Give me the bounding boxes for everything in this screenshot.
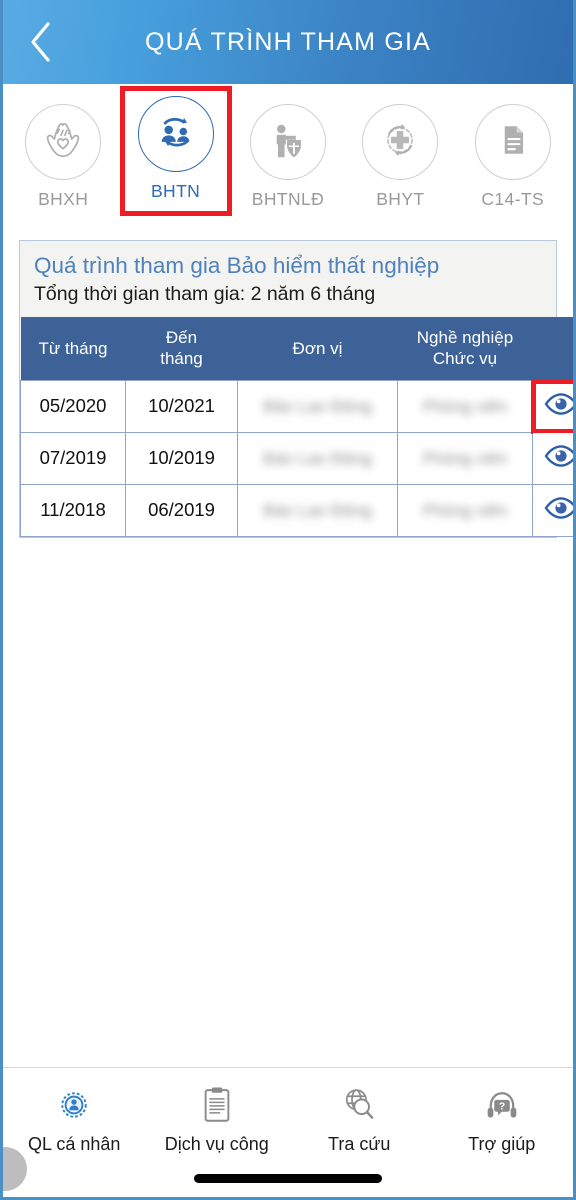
cell-unit: Báo Lao Động (237, 431, 398, 485)
chevron-left-icon (27, 20, 53, 64)
clipboard-icon (197, 1082, 237, 1128)
nav-item-tra-cuu-label: Tra cứu (328, 1134, 391, 1154)
column-header-to-month-line2: tháng (160, 348, 203, 368)
table-header-row: Từ tháng Đến tháng Đơn vị Nghề nghiệp Ch… (20, 317, 573, 381)
cell-unit: Báo Lao Động (237, 483, 398, 537)
cell-job: Phóng viên (397, 431, 533, 485)
cross-arrows-icon (377, 117, 423, 168)
view-detail-button[interactable] (535, 383, 573, 430)
view-detail-button[interactable] (535, 435, 573, 482)
cell-to-month: 06/2019 (125, 483, 238, 537)
phone-screen: QUÁ TRÌNH THAM GIA BHXH BHTN BHTNLĐ BHYT… (0, 0, 576, 1200)
tab-bhyt-circle (362, 104, 439, 180)
redacted-unit-text: Báo Lao Động (263, 501, 372, 521)
cell-from-month: 07/2019 (20, 431, 126, 485)
card-subtitle: Tổng thời gian tham gia: 2 năm 6 tháng (34, 283, 376, 306)
nav-item-ql-ca-nhan[interactable]: QL cá nhân (10, 1082, 138, 1155)
tab-bhyt-label: BHYT (376, 189, 425, 209)
cell-job: Phóng viên (397, 483, 533, 537)
gear-person-icon (53, 1082, 95, 1128)
tab-bhtn-circle (137, 96, 214, 172)
cell-from-month: 11/2018 (20, 483, 126, 537)
people-recycle-icon (151, 107, 201, 162)
headset-help-icon: ? (481, 1082, 523, 1128)
cell-action[interactable] (532, 431, 573, 485)
tab-c14-ts[interactable]: C14-TS (461, 98, 565, 214)
redacted-unit-text: Bảo Lao Động (263, 397, 372, 417)
tab-bhtn[interactable]: BHTN (119, 86, 232, 216)
nav-item-tro-giup-label: Trợ giúp (468, 1134, 536, 1154)
view-detail-button[interactable] (535, 487, 573, 534)
svg-text:?: ? (499, 1101, 505, 1112)
eye-icon (544, 444, 573, 473)
nav-item-dich-vu-cong[interactable]: Dịch vụ công (153, 1082, 281, 1155)
back-button[interactable] (17, 12, 63, 72)
column-header-job-line1: Nghề nghiệp (416, 328, 514, 348)
participation-card: Quá trình tham gia Bảo hiểm thất nghiệp … (19, 240, 573, 538)
page-title: QUÁ TRÌNH THAM GIA (145, 27, 431, 56)
cell-job: Phóng viên (397, 379, 533, 433)
column-header-job-line2: Chức vụ (432, 348, 498, 368)
column-header-unit: Đơn vị (237, 317, 398, 381)
redacted-unit-text: Báo Lao Động (263, 449, 372, 469)
eye-icon (544, 496, 573, 525)
column-header-to-month: Đến tháng (125, 317, 238, 381)
category-tab-strip: BHXH BHTN BHTNLĐ BHYT C14-TS (3, 84, 573, 226)
redacted-job-text: Phóng viên (422, 501, 508, 521)
table-body: 05/2020 10/2021 Bảo Lao Động Phóng viên (20, 379, 573, 537)
column-header-from-month: Từ tháng (20, 317, 126, 381)
table-header: Từ tháng Đến tháng Đơn vị Nghề nghiệp Ch… (20, 317, 573, 381)
participation-table: Từ tháng Đến tháng Đơn vị Nghề nghiệp Ch… (20, 317, 573, 537)
tab-bhtn-label: BHTN (150, 181, 201, 201)
tab-bhxh-circle (25, 104, 102, 180)
cell-to-month: 10/2021 (125, 379, 238, 433)
globe-search-icon (338, 1082, 380, 1128)
tab-c14-ts-circle (474, 104, 551, 180)
card-title: Quá trình tham gia Bảo hiểm thất nghiệp (34, 253, 440, 278)
home-indicator[interactable] (194, 1174, 382, 1183)
cell-action[interactable] (532, 483, 573, 537)
hands-heart-icon (40, 117, 86, 168)
tab-bhxh[interactable]: BHXH (11, 98, 115, 214)
nav-item-tro-giup[interactable]: ? Trợ giúp (438, 1082, 566, 1155)
worker-shield-icon (265, 117, 311, 168)
card-header: Quá trình tham gia Bảo hiểm thất nghiệp … (20, 241, 556, 317)
document-icon (491, 118, 535, 167)
table-row: 11/2018 06/2019 Báo Lao Động Phóng viên (20, 483, 573, 537)
cell-unit: Bảo Lao Động (237, 379, 398, 433)
eye-icon (544, 392, 573, 421)
column-header-job: Nghề nghiệp Chức vụ (397, 317, 533, 381)
nav-item-tra-cuu[interactable]: Tra cứu (295, 1082, 423, 1155)
redacted-job-text: Phóng viên (422, 449, 508, 469)
table-row: 07/2019 10/2019 Báo Lao Động Phóng viên (20, 431, 573, 485)
nav-item-dich-vu-cong-label: Dịch vụ công (164, 1134, 269, 1154)
cell-to-month: 10/2019 (125, 431, 238, 485)
column-header-action (532, 317, 573, 381)
cell-from-month: 05/2020 (20, 379, 126, 433)
redacted-job-text: Phóng viên (422, 397, 508, 417)
app-bar: QUÁ TRÌNH THAM GIA (3, 0, 573, 84)
nav-item-ql-ca-nhan-label: QL cá nhân (28, 1134, 121, 1154)
tab-c14-ts-label: C14-TS (481, 189, 545, 209)
tab-bhtnld[interactable]: BHTNLĐ (236, 98, 340, 214)
tab-bhtnld-label: BHTNLĐ (251, 189, 325, 209)
table-row: 05/2020 10/2021 Bảo Lao Động Phóng viên (20, 379, 573, 435)
column-header-to-month-line1: Đến (165, 328, 198, 348)
tab-bhyt[interactable]: BHYT (348, 98, 452, 214)
tab-bhtnld-circle (249, 104, 326, 180)
tab-bhxh-label: BHXH (38, 189, 89, 209)
cell-action[interactable] (531, 379, 573, 435)
